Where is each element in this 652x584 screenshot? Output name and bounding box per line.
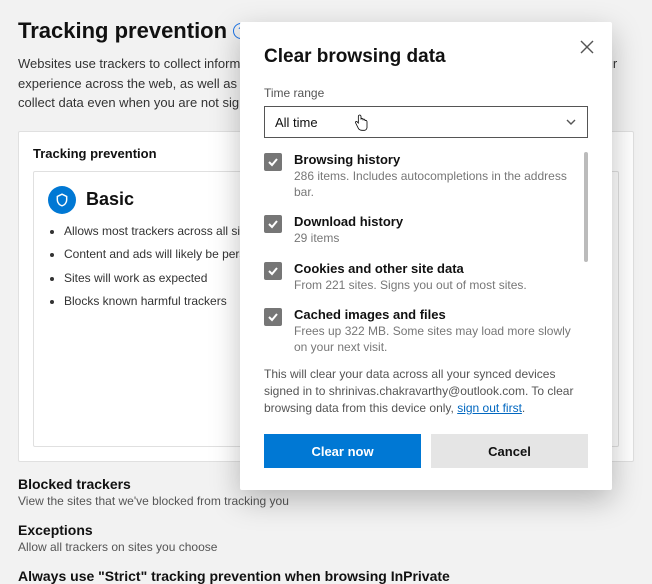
check-icon: [267, 265, 279, 277]
clear-options-list: Browsing history 286 items. Includes aut…: [264, 152, 588, 362]
option-sub: 29 items: [294, 230, 403, 246]
checkbox[interactable]: [264, 153, 282, 171]
checkbox[interactable]: [264, 215, 282, 233]
option-title: Cached images and files: [294, 307, 578, 322]
clear-now-button[interactable]: Clear now: [264, 434, 421, 468]
section-desc: Allow all trackers on sites you choose: [18, 540, 634, 554]
level-name: Basic: [86, 189, 134, 210]
scrollbar[interactable]: [584, 152, 588, 262]
strict-inprivate-toggle[interactable]: Always use "Strict" tracking prevention …: [18, 568, 634, 584]
option-sub: Frees up 322 MB. Some sites may load mor…: [294, 323, 578, 355]
cancel-button[interactable]: Cancel: [431, 434, 588, 468]
checkbox[interactable]: [264, 308, 282, 326]
sync-warning-message: This will clear your data across all you…: [264, 366, 588, 416]
sign-out-link[interactable]: sign out first: [457, 401, 522, 415]
section-title: Exceptions: [18, 522, 634, 538]
clear-browsing-data-dialog: Clear browsing data Time range All time …: [240, 22, 612, 490]
check-icon: [267, 311, 279, 323]
option-title: Cookies and other site data: [294, 261, 527, 276]
cursor-icon: [353, 113, 369, 133]
page-title: Tracking prevention: [18, 18, 227, 44]
option-sub: From 221 sites. Signs you out of most si…: [294, 277, 527, 293]
option-cookies[interactable]: Cookies and other site data From 221 sit…: [264, 261, 578, 293]
option-sub: 286 items. Includes autocompletions in t…: [294, 168, 578, 200]
close-button[interactable]: [576, 36, 598, 58]
option-download-history[interactable]: Download history 29 items: [264, 214, 578, 246]
check-icon: [267, 218, 279, 230]
close-icon: [580, 40, 594, 54]
option-cached-files[interactable]: Cached images and files Frees up 322 MB.…: [264, 307, 578, 355]
time-range-select[interactable]: All time: [264, 106, 588, 138]
section-desc: View the sites that we've blocked from t…: [18, 494, 634, 508]
time-range-label: Time range: [264, 86, 588, 100]
dialog-title: Clear browsing data: [264, 46, 588, 68]
check-icon: [267, 156, 279, 168]
chevron-down-icon: [565, 116, 577, 128]
shield-icon: [48, 186, 76, 214]
exceptions-section[interactable]: Exceptions Allow all trackers on sites y…: [18, 522, 634, 554]
option-browsing-history[interactable]: Browsing history 286 items. Includes aut…: [264, 152, 578, 200]
option-title: Download history: [294, 214, 403, 229]
checkbox[interactable]: [264, 262, 282, 280]
time-range-value: All time: [275, 115, 318, 130]
option-title: Browsing history: [294, 152, 578, 167]
